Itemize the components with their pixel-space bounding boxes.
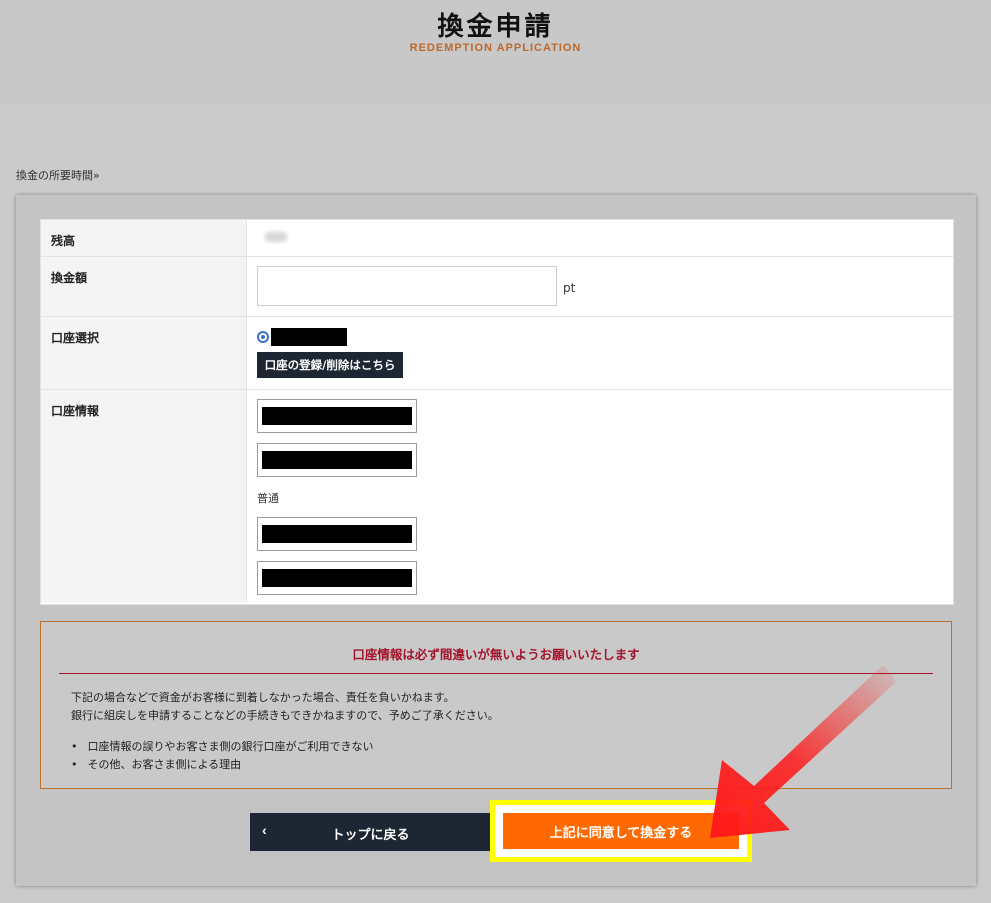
account-holder-field	[257, 561, 417, 595]
back-to-top-button[interactable]: ‹ トップに戻る	[250, 813, 491, 851]
branch-name-field	[257, 443, 417, 477]
amount-unit: pt	[563, 281, 576, 295]
notice-title: 口座情報は必ず間違いが無いようお願いいたします	[352, 647, 640, 662]
notice-bullet-1: 口座情報の誤りやお客さま側の銀行口座がご利用できない	[71, 738, 374, 754]
redacted-block	[262, 525, 412, 543]
page-title: 換金申請	[437, 12, 554, 42]
page-header: 換金申請 REDEMPTION APPLICATION	[0, 0, 991, 104]
amount-label: 換金額	[41, 257, 247, 316]
account-radio[interactable]	[257, 331, 269, 343]
agree-redeem-button[interactable]: 上記に同意して換金する	[503, 813, 739, 849]
account-register-button[interactable]: 口座の登録/削除はこちら	[257, 352, 403, 378]
account-select-row: 口座選択 口座の登録/削除はこちら	[41, 317, 953, 390]
redacted-block	[262, 569, 412, 587]
account-select-label: 口座選択	[41, 317, 247, 389]
redacted-block	[262, 451, 412, 469]
balance-label: 残高	[41, 220, 247, 256]
bank-name-field	[257, 399, 417, 433]
redemption-panel: 残高 換金額 pt 口座選択 口座の登録/削除はこちら 口座情報 普通 口座情報…	[16, 195, 976, 886]
account-type-text: 普通	[257, 492, 279, 505]
account-info-row: 口座情報 普通	[41, 390, 953, 603]
balance-row: 残高	[41, 220, 953, 257]
processing-time-link[interactable]: 換金の所要時間»	[16, 167, 100, 183]
redemption-form: 残高 換金額 pt 口座選択 口座の登録/削除はこちら 口座情報 普通	[40, 219, 954, 605]
back-button-label: トップに戻る	[331, 828, 410, 843]
amount-row: 換金額 pt	[41, 257, 953, 317]
account-info-label: 口座情報	[41, 390, 247, 603]
page-subtitle: REDEMPTION APPLICATION	[409, 42, 582, 54]
amount-input[interactable]	[257, 266, 557, 306]
redacted-block	[262, 407, 412, 425]
balance-value-blurred	[265, 232, 287, 242]
account-number-field	[257, 517, 417, 551]
notice-divider	[59, 673, 933, 674]
highlight-frame: 上記に同意して換金する	[490, 800, 752, 862]
account-name-redacted	[271, 328, 347, 346]
warning-notice: 口座情報は必ず間違いが無いようお願いいたします 下記の場合などで資金がお客様に到…	[40, 621, 952, 789]
notice-bullet-2: その他、お客さま側による理由	[71, 756, 242, 772]
notice-text-1: 下記の場合などで資金がお客様に到着しなかった場合、責任を負いかねます。	[71, 691, 455, 704]
notice-text-2: 銀行に組戻しを申請することなどの手続きもできかねますので、予めご了承ください。	[71, 709, 499, 722]
